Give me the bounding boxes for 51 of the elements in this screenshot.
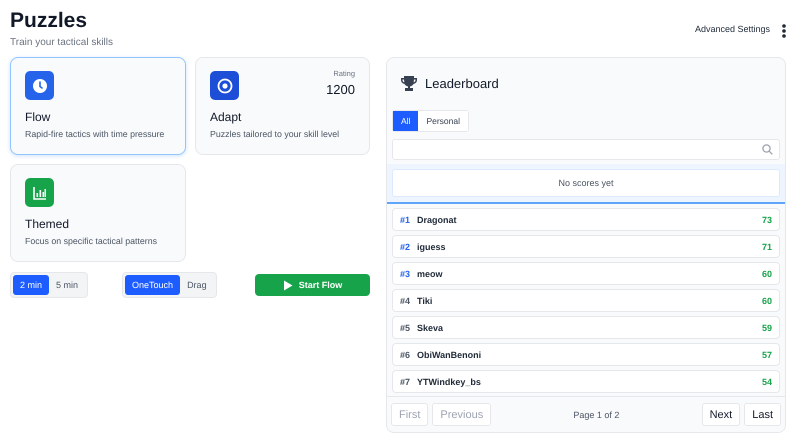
- player-score: 59: [762, 322, 772, 332]
- page-info: Page 1 of 2: [572, 410, 620, 420]
- mode-description: Focus on specific tactical patterns: [25, 236, 158, 246]
- mode-name: Adapt: [210, 110, 242, 124]
- player-name: Dragonat: [417, 214, 458, 224]
- rank-number: #2: [400, 242, 412, 252]
- leaderboard-title: Leaderboard: [425, 76, 499, 90]
- page-subtitle: Train your tactical skills: [10, 37, 114, 48]
- search-icon: [762, 144, 773, 155]
- player-score: 71: [762, 242, 772, 252]
- trophy-icon: [401, 76, 417, 90]
- player-score: 73: [762, 214, 772, 224]
- advanced-settings-link[interactable]: Advanced Settings: [694, 24, 770, 34]
- page-title: Puzzles: [10, 8, 88, 34]
- leaderboard-tab[interactable]: All: [393, 111, 418, 131]
- mode-description: Rapid-fire tactics with time pressure: [25, 129, 166, 139]
- play-icon: [282, 280, 293, 290]
- rating-value: 1200: [326, 82, 355, 97]
- rank-number: #1: [400, 214, 412, 224]
- pagination-button[interactable]: Last: [744, 403, 781, 426]
- rank-number: #3: [400, 268, 412, 278]
- mode-name: Themed: [25, 217, 70, 231]
- mode-card[interactable]: Themed Focus on specific tactical patterns: [10, 164, 186, 262]
- more-menu-icon[interactable]: [782, 24, 786, 38]
- rank-number: #5: [400, 322, 412, 332]
- player-name: iguess: [417, 242, 447, 252]
- player-score: 60: [762, 268, 772, 278]
- input-mode-option[interactable]: Drag: [180, 275, 214, 295]
- player-name: Tiki: [417, 296, 434, 306]
- mode-description: Puzzles tailored to your skill level: [210, 129, 340, 139]
- player-name: ObiWanBenoni: [417, 350, 482, 360]
- player-score: 57: [762, 350, 772, 360]
- mode-name: Flow: [25, 110, 52, 124]
- player-name: Skeva: [417, 322, 444, 332]
- target-icon: [210, 71, 239, 100]
- empty-scores-message: No scores yet: [392, 169, 780, 197]
- rank-number: #7: [400, 376, 412, 386]
- mode-card[interactable]: Flow Rapid-fire tactics with time pressure: [10, 57, 186, 155]
- duration-option[interactable]: 2 min: [13, 275, 50, 295]
- pagination-button[interactable]: Next: [702, 403, 740, 426]
- rank-number: #4: [400, 296, 412, 306]
- search-field[interactable]: [392, 139, 780, 160]
- duration-option[interactable]: 5 min: [49, 275, 86, 295]
- input-mode-option[interactable]: OneTouch: [125, 275, 180, 295]
- clock-icon: [25, 71, 54, 100]
- player-name: meow: [417, 268, 444, 278]
- player-score: 60: [762, 296, 772, 306]
- player-score: 54: [762, 376, 772, 386]
- bar-chart-icon: [25, 178, 54, 207]
- player-name: YTWindkey_bs: [417, 376, 482, 386]
- rank-number: #6: [400, 350, 412, 360]
